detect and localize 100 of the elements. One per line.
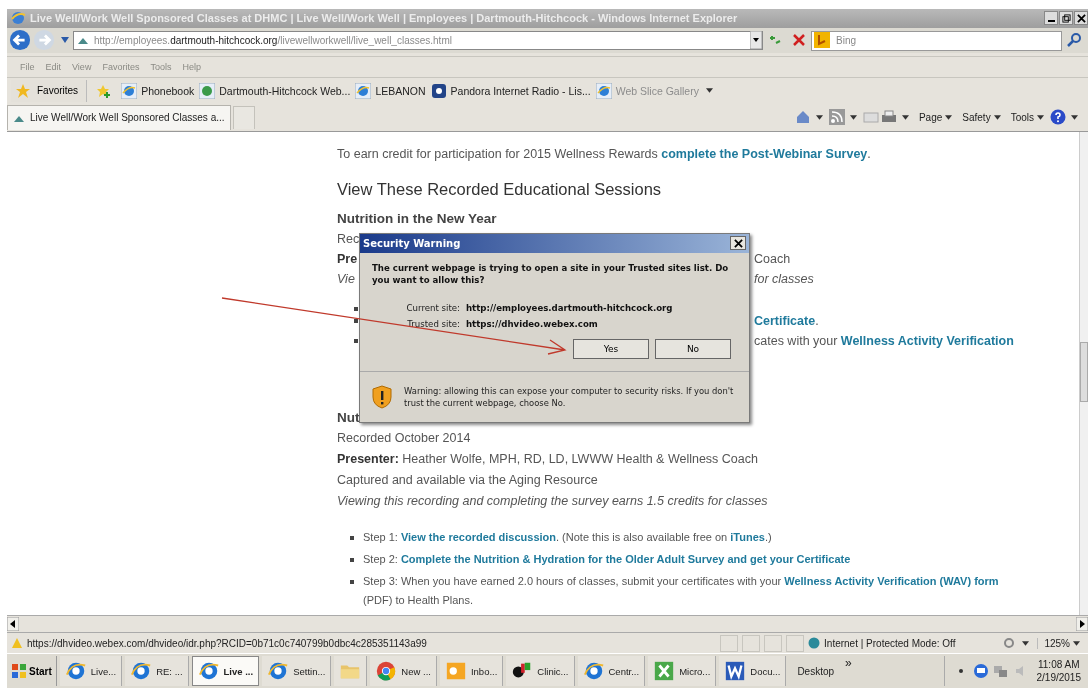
chat-icon[interactable]	[972, 663, 989, 680]
command-menu[interactable]: Safety	[962, 111, 1005, 123]
vertical-scrollbar[interactable]	[1079, 131, 1088, 616]
caret-icon[interactable]	[901, 114, 909, 120]
dialog-message: The current webpage is trying to open a site in your Trusted sites list. Do you want to allow this?	[372, 261, 730, 286]
close-button[interactable]	[1074, 11, 1088, 26]
site-value: https://dhvideo.webex.com	[466, 317, 598, 331]
taskbar-button[interactable]: Clinic...	[506, 656, 575, 687]
minimize-icon	[1047, 20, 1055, 23]
globe-icon	[199, 82, 216, 99]
browser-icon	[10, 10, 26, 27]
caret-icon[interactable]	[61, 37, 69, 44]
session-detail: Vie	[337, 270, 355, 288]
toolbar-chevron[interactable]: »	[845, 656, 852, 671]
globe-icon	[808, 637, 821, 650]
step-text: Step 2: Complete the Nutrition & Hydration for the Older Adult Survey and get your Certificate	[363, 551, 852, 567]
document-icon	[724, 660, 747, 683]
caret-icon	[993, 114, 1001, 120]
status-pane	[764, 634, 783, 652]
back-button[interactable]	[9, 29, 31, 52]
favorites-link[interactable]: LEBANON	[355, 82, 426, 99]
taskbar-button[interactable]: Inbo...	[439, 656, 504, 687]
session-title: Nutrition in the New Year	[337, 209, 497, 228]
help-icon[interactable]	[1050, 109, 1066, 126]
scroll-left-button[interactable]	[7, 617, 19, 632]
step-text: Step 1: View the recorded discussion. (Note this is also available free on iTunes.)	[363, 529, 773, 545]
app-icon	[430, 82, 447, 99]
dialog-button[interactable]: No	[655, 338, 731, 359]
caret-icon[interactable]	[1071, 114, 1078, 120]
taskbar-button[interactable]: Centr...	[577, 656, 646, 687]
command-menu[interactable]: Tools	[1010, 111, 1048, 123]
taskbar-button[interactable]: Settin...	[262, 656, 332, 687]
minimize-button[interactable]	[1044, 11, 1058, 26]
caret-icon	[705, 88, 713, 94]
dialog-title: Security Warning	[363, 237, 461, 249]
warning-text: Warning: allowing this can expose your computer to security risks. If you don't trust the current webpage, choose No.	[404, 384, 735, 409]
clock[interactable]: 11:08 AM 2/19/2015	[1032, 658, 1085, 685]
caret-icon	[1037, 114, 1044, 120]
favorites-link[interactable]: Pandora Internet Radio - Lis...	[430, 82, 591, 99]
warning-shield-icon	[372, 384, 392, 409]
search-icon[interactable]	[1066, 32, 1082, 49]
spreadsheet-icon	[653, 660, 676, 683]
site-value: http://employees.dartmouth-hitchcock.org	[466, 301, 673, 315]
caret-icon	[945, 114, 953, 120]
step-text: Step 3: When you have earned 2.0 hours of classes, submit your certificates with your Wellness Activity Verification (WAV) form (PDF) to Health Plans.	[363, 573, 1000, 608]
network-icon[interactable]	[992, 663, 1009, 680]
scroll-thumb[interactable]	[1080, 341, 1088, 402]
caret-icon[interactable]	[849, 114, 857, 120]
browser-icon	[595, 82, 612, 99]
settings-icon[interactable]	[1003, 637, 1016, 650]
search-field[interactable]: Bing	[811, 30, 1062, 51]
desktop-toolbar[interactable]: Desktop	[789, 665, 843, 677]
bullet-icon	[354, 306, 358, 311]
step-link[interactable]: Complete the Nutrition & Hydration for the Older Adult Survey and get your Certificate	[400, 552, 851, 565]
status-pane	[742, 634, 761, 652]
taskbar-button[interactable]: Live ...	[191, 656, 260, 687]
step-link[interactable]: iTunes	[730, 530, 765, 543]
browser-icon	[375, 660, 398, 683]
browser-tab[interactable]: Live Well/Work Well Sponsored Classes a...	[7, 104, 231, 130]
session-detail: Certificate.	[754, 312, 820, 330]
windows-logo	[11, 663, 27, 680]
bullet-icon	[354, 318, 358, 323]
page-link[interactable]: Wellness Activity Verification	[840, 333, 1014, 348]
bullet-icon	[354, 338, 358, 343]
star-icon	[15, 82, 31, 99]
taskbar-button[interactable]: Micro...	[648, 656, 717, 687]
security-zone: Internet | Protected Mode: Off	[824, 637, 956, 649]
restore-icon	[1061, 13, 1071, 23]
address-field[interactable]: http://employees.dartmouth-hitchcock.org/livewellworkwell/live_well_classes.html	[73, 30, 763, 50]
close-button[interactable]	[730, 236, 746, 251]
taskbar-button[interactable]: New ...	[370, 656, 437, 687]
zoom-level[interactable]: 125%	[1037, 637, 1084, 649]
favorites-link[interactable]: Phonebook	[121, 82, 195, 99]
taskbar-button[interactable]: Docu...	[719, 656, 787, 687]
horizontal-scrollbar[interactable]	[7, 615, 1088, 633]
taskbar-button[interactable]: Live...	[59, 656, 123, 687]
scroll-right-button[interactable]	[1076, 617, 1088, 632]
favorites-link[interactable]: Dartmouth-Hitchcock Web...	[199, 82, 351, 99]
caret-icon[interactable]	[1022, 640, 1030, 646]
dropdown-button[interactable]	[750, 31, 762, 50]
caret-icon[interactable]	[815, 114, 823, 120]
step-link[interactable]: Wellness Activity Verification (WAV) form	[784, 574, 999, 587]
session-detail: Pre	[337, 250, 358, 268]
survey-link[interactable]: complete the Post-Webinar Survey	[661, 146, 868, 161]
presenter-text: Presenter: Heather Wolfe, MPH, RD, LD, LWWW Health & Wellness Coach	[337, 450, 759, 468]
bullet-icon	[350, 579, 354, 584]
warning-icon	[11, 637, 23, 650]
session-detail: Captured and available via the Aging Resource	[337, 471, 599, 489]
command-menu[interactable]: Page	[918, 111, 957, 123]
window-title: Live Well/Work Well Sponsored Classes at DHMC | Live Well/Work Well | Employees | Dartmouth-Hitchcock - Windows Internet Explorer	[30, 12, 739, 25]
bullet-icon	[350, 557, 354, 562]
session-detail: for classes	[754, 270, 815, 288]
restore-button[interactable]	[1059, 11, 1073, 26]
taskbar-button[interactable]: RE: ...	[125, 656, 189, 687]
step-link[interactable]: View the recorded discussion	[400, 530, 556, 543]
session-detail: cates with your Wellness Activity Verification	[754, 332, 1015, 350]
session-title: Nut	[337, 408, 360, 427]
browser-icon	[355, 82, 372, 99]
bullet-icon	[350, 535, 354, 540]
dialog-button[interactable]: Yes	[573, 338, 649, 359]
